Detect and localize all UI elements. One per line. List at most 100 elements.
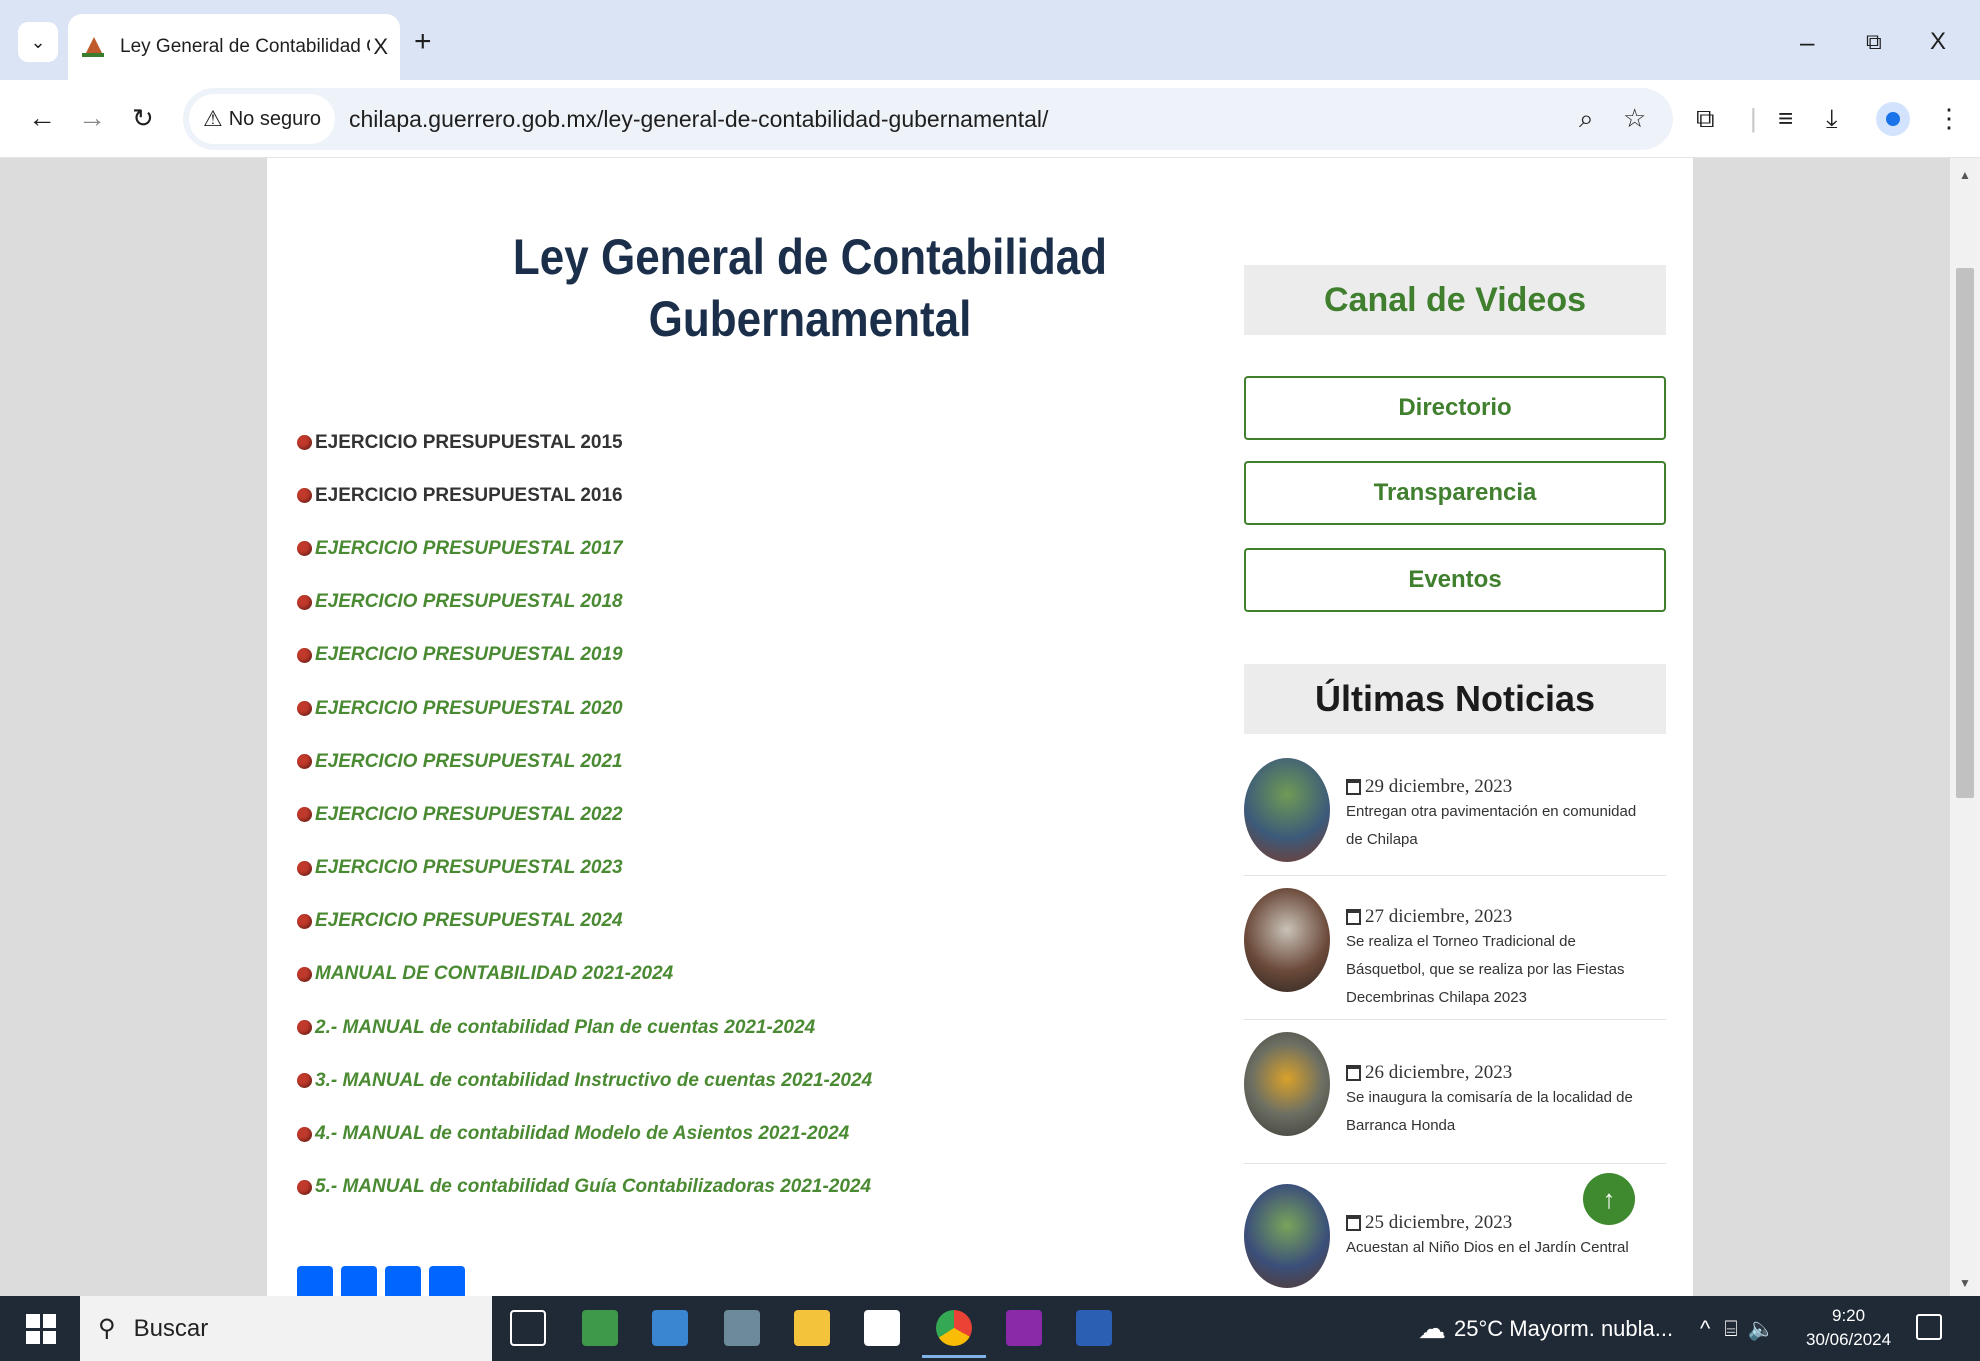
- document-list-item[interactable]: 4.- MANUAL de contabilidad Modelo de Asi…: [297, 1107, 997, 1160]
- scroll-up-arrow-icon[interactable]: ▲: [1950, 168, 1980, 182]
- red-bullet-icon: [297, 435, 312, 451]
- document-link[interactable]: 4.- MANUAL de contabilidad Modelo de Asi…: [315, 1123, 849, 1145]
- spreadsheet-app-icon[interactable]: [582, 1310, 618, 1346]
- notifications-icon[interactable]: [1916, 1314, 1942, 1340]
- active-tab[interactable]: Ley General de Contabilidad Gubernamenta…: [68, 14, 400, 80]
- weather-widget[interactable]: ☁ 25°C Mayorm. nubla...: [1418, 1296, 1673, 1361]
- download-icon[interactable]: ⤓: [1826, 98, 1838, 138]
- document-link[interactable]: 5.- MANUAL de contabilidad Guía Contabil…: [315, 1176, 871, 1198]
- word-icon[interactable]: [1076, 1310, 1112, 1346]
- document-link[interactable]: EJERCICIO PRESUPUESTAL 2021: [315, 751, 623, 773]
- facebook-share-icon[interactable]: [297, 1266, 333, 1296]
- document-list-item[interactable]: EJERCICIO PRESUPUESTAL 2018: [297, 576, 997, 629]
- news-thumbnail[interactable]: [1244, 1184, 1330, 1288]
- document-list-item[interactable]: EJERCICIO PRESUPUESTAL 2022: [297, 788, 997, 841]
- document-list-item[interactable]: MANUAL DE CONTABILIDAD 2021-2024: [297, 948, 997, 1001]
- bookmark-star-icon[interactable]: ☆: [1623, 98, 1646, 138]
- security-chip[interactable]: ⚠ No seguro: [189, 94, 336, 144]
- red-bullet-icon: [297, 913, 312, 929]
- pdf-app-icon[interactable]: [1006, 1310, 1042, 1346]
- calendar-icon: [1346, 1065, 1361, 1081]
- eventos-button[interactable]: Eventos: [1244, 548, 1666, 612]
- calendar-icon: [1346, 909, 1361, 925]
- new-tab-button[interactable]: +: [414, 22, 432, 62]
- network-icon[interactable]: ⌸: [1724, 1316, 1737, 1342]
- red-bullet-icon: [297, 1126, 312, 1142]
- close-window-button[interactable]: X: [1930, 22, 1946, 62]
- site-favicon-icon: [80, 35, 108, 59]
- email-share-icon[interactable]: [385, 1266, 421, 1296]
- profile-avatar-icon[interactable]: [1876, 102, 1910, 136]
- news-item[interactable]: 26 diciembre, 2023 Se inaugura la comisa…: [1244, 1032, 1666, 1164]
- control-panel-icon[interactable]: [652, 1310, 688, 1346]
- twitter-share-icon[interactable]: [341, 1266, 377, 1296]
- tab-search-chevron-down-icon[interactable]: ⌄: [18, 22, 58, 62]
- news-headline[interactable]: Acuestan al Niño Dios en el Jardín Centr…: [1346, 1234, 1656, 1262]
- close-tab-icon[interactable]: X: [373, 34, 388, 60]
- tray-icons: ^ ⌸ 🔈: [1700, 1296, 1775, 1361]
- news-headline[interactable]: Se realiza el Torneo Tradicional de Básq…: [1346, 928, 1656, 1012]
- document-link[interactable]: EJERCICIO PRESUPUESTAL 2019: [315, 644, 623, 666]
- document-list-item[interactable]: 2.- MANUAL de contabilidad Plan de cuent…: [297, 1001, 997, 1054]
- red-bullet-icon: [297, 594, 312, 610]
- news-thumbnail[interactable]: [1244, 1032, 1330, 1136]
- news-thumbnail[interactable]: [1244, 888, 1330, 992]
- document-list-item[interactable]: EJERCICIO PRESUPUESTAL 2017: [297, 522, 997, 575]
- document-link[interactable]: EJERCICIO PRESUPUESTAL 2022: [315, 804, 623, 826]
- document-list-item[interactable]: EJERCICIO PRESUPUESTAL 2019: [297, 629, 997, 682]
- forward-arrow-icon[interactable]: →: [78, 98, 106, 138]
- toolbar-divider: |: [1750, 103, 1757, 133]
- back-arrow-icon[interactable]: ←: [28, 98, 56, 138]
- chrome-icon[interactable]: [922, 1310, 986, 1358]
- restore-window-button[interactable]: ⧉: [1866, 22, 1882, 62]
- microsoft-store-icon[interactable]: [864, 1310, 900, 1346]
- add-share-icon[interactable]: [429, 1266, 465, 1296]
- share-buttons: [297, 1266, 465, 1296]
- transparencia-button[interactable]: Transparencia: [1244, 461, 1666, 525]
- document-link[interactable]: 3.- MANUAL de contabilidad Instructivo d…: [315, 1070, 872, 1092]
- document-link[interactable]: EJERCICIO PRESUPUESTAL 2017: [315, 538, 623, 560]
- reload-icon[interactable]: ↻: [132, 98, 154, 138]
- document-list-item[interactable]: EJERCICIO PRESUPUESTAL 2021: [297, 735, 997, 788]
- file-explorer-icon[interactable]: [794, 1310, 830, 1346]
- volume-icon[interactable]: 🔈: [1748, 1316, 1775, 1342]
- news-headline[interactable]: Entregan otra pavimentación en comunidad…: [1346, 798, 1656, 854]
- document-list-item[interactable]: EJERCICIO PRESUPUESTAL 2020: [297, 682, 997, 735]
- red-bullet-icon: [297, 1073, 312, 1089]
- document-list-item[interactable]: EJERCICIO PRESUPUESTAL 2024: [297, 895, 997, 948]
- browser-menu-icon[interactable]: ⋮: [1936, 98, 1962, 138]
- page-scrollbar[interactable]: ▲ ▼: [1950, 158, 1980, 1296]
- videos-channel-heading[interactable]: Canal de Videos: [1244, 265, 1666, 335]
- document-link[interactable]: EJERCICIO PRESUPUESTAL 2020: [315, 698, 623, 720]
- taskbar-search-box[interactable]: ⚲ Buscar: [80, 1296, 492, 1361]
- calculator-icon[interactable]: [724, 1310, 760, 1346]
- document-link[interactable]: EJERCICIO PRESUPUESTAL 2023: [315, 857, 623, 879]
- red-bullet-icon: [297, 1179, 312, 1195]
- document-link[interactable]: 2.- MANUAL de contabilidad Plan de cuent…: [315, 1017, 815, 1039]
- reading-list-icon[interactable]: ≡: [1778, 98, 1793, 138]
- news-item[interactable]: 27 diciembre, 2023 Se realiza el Torneo …: [1244, 888, 1666, 1020]
- address-bar[interactable]: ⚠ No seguro chilapa.guerrero.gob.mx/ley-…: [183, 88, 1673, 150]
- news-item[interactable]: 29 diciembre, 2023 Entregan otra pavimen…: [1244, 758, 1666, 876]
- url-text[interactable]: chilapa.guerrero.gob.mx/ley-general-de-c…: [349, 106, 1048, 133]
- extensions-puzzle-icon[interactable]: ⧉: [1696, 98, 1715, 138]
- document-list-item[interactable]: 3.- MANUAL de contabilidad Instructivo d…: [297, 1054, 997, 1107]
- scroll-down-arrow-icon[interactable]: ▼: [1950, 1276, 1980, 1290]
- document-list-item[interactable]: 5.- MANUAL de contabilidad Guía Contabil…: [297, 1161, 997, 1214]
- zoom-magnifier-icon[interactable]: ⌕: [1579, 98, 1594, 138]
- news-headline[interactable]: Se inaugura la comisaría de la localidad…: [1346, 1084, 1656, 1140]
- red-bullet-icon: [297, 860, 312, 876]
- directorio-button[interactable]: Directorio: [1244, 376, 1666, 440]
- windows-start-icon[interactable]: [26, 1314, 56, 1344]
- news-thumbnail[interactable]: [1244, 758, 1330, 862]
- document-list-item[interactable]: EJERCICIO PRESUPUESTAL 2023: [297, 842, 997, 895]
- document-link[interactable]: MANUAL DE CONTABILIDAD 2021-2024: [315, 963, 673, 985]
- minimize-window-button[interactable]: –: [1800, 22, 1814, 62]
- show-hidden-icons-chevron-icon[interactable]: ^: [1700, 1316, 1710, 1342]
- scrollbar-thumb[interactable]: [1956, 268, 1974, 798]
- document-link[interactable]: EJERCICIO PRESUPUESTAL 2024: [315, 910, 623, 932]
- back-to-top-button[interactable]: ↑: [1583, 1173, 1635, 1225]
- task-view-icon[interactable]: [510, 1310, 546, 1346]
- document-link[interactable]: EJERCICIO PRESUPUESTAL 2018: [315, 591, 623, 613]
- taskbar-clock[interactable]: 9:20 30/06/2024: [1806, 1304, 1891, 1352]
